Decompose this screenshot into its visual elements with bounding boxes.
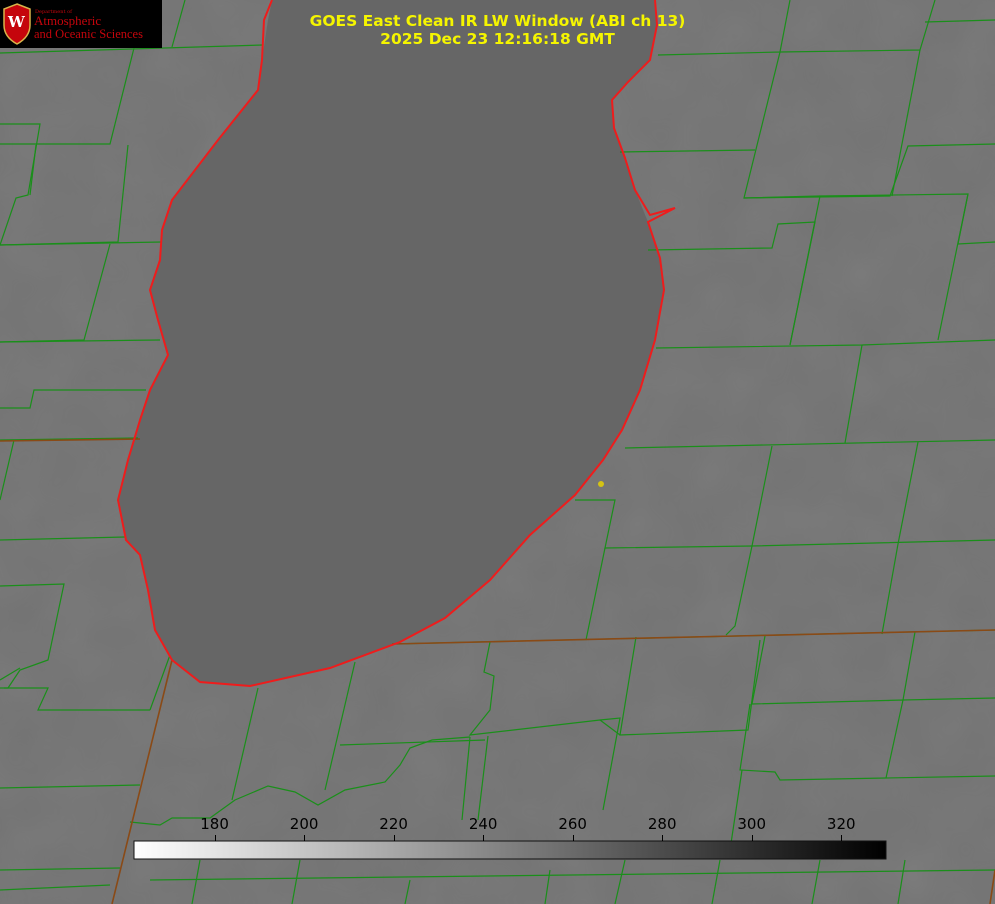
colorbar-tick-label: 220 — [379, 815, 408, 833]
colorbar-tick-label: 300 — [737, 815, 767, 833]
image-title: GOES East Clean IR LW Window (ABI ch 13)… — [0, 12, 995, 48]
colorbar-tick-mark — [841, 835, 843, 841]
colorbar-tick-mark — [304, 835, 306, 841]
satellite-map — [0, 0, 995, 904]
colorbar-tick-label: 280 — [647, 815, 677, 833]
title-line2: 2025 Dec 23 12:16:18 GMT — [380, 30, 615, 48]
colorbar-tick-label: 320 — [826, 815, 856, 833]
colorbar-tick-label: 240 — [468, 815, 498, 833]
colorbar-tick-mark — [214, 835, 216, 841]
colorbar-tick-mark — [393, 835, 395, 841]
location-marker — [598, 481, 604, 487]
colorbar-tick-label: 200 — [289, 815, 319, 833]
colorbar-tick-mark — [572, 835, 574, 841]
colorbar-tick-mark — [751, 835, 753, 841]
title-line1: GOES East Clean IR LW Window (ABI ch 13) — [309, 12, 686, 30]
colorbar-tick-mark — [662, 835, 664, 841]
colorbar-tick-mark — [483, 835, 485, 841]
colorbar-tick-label: 180 — [200, 815, 229, 833]
colorbar — [133, 840, 887, 860]
colorbar-tick-label: 260 — [558, 815, 587, 833]
